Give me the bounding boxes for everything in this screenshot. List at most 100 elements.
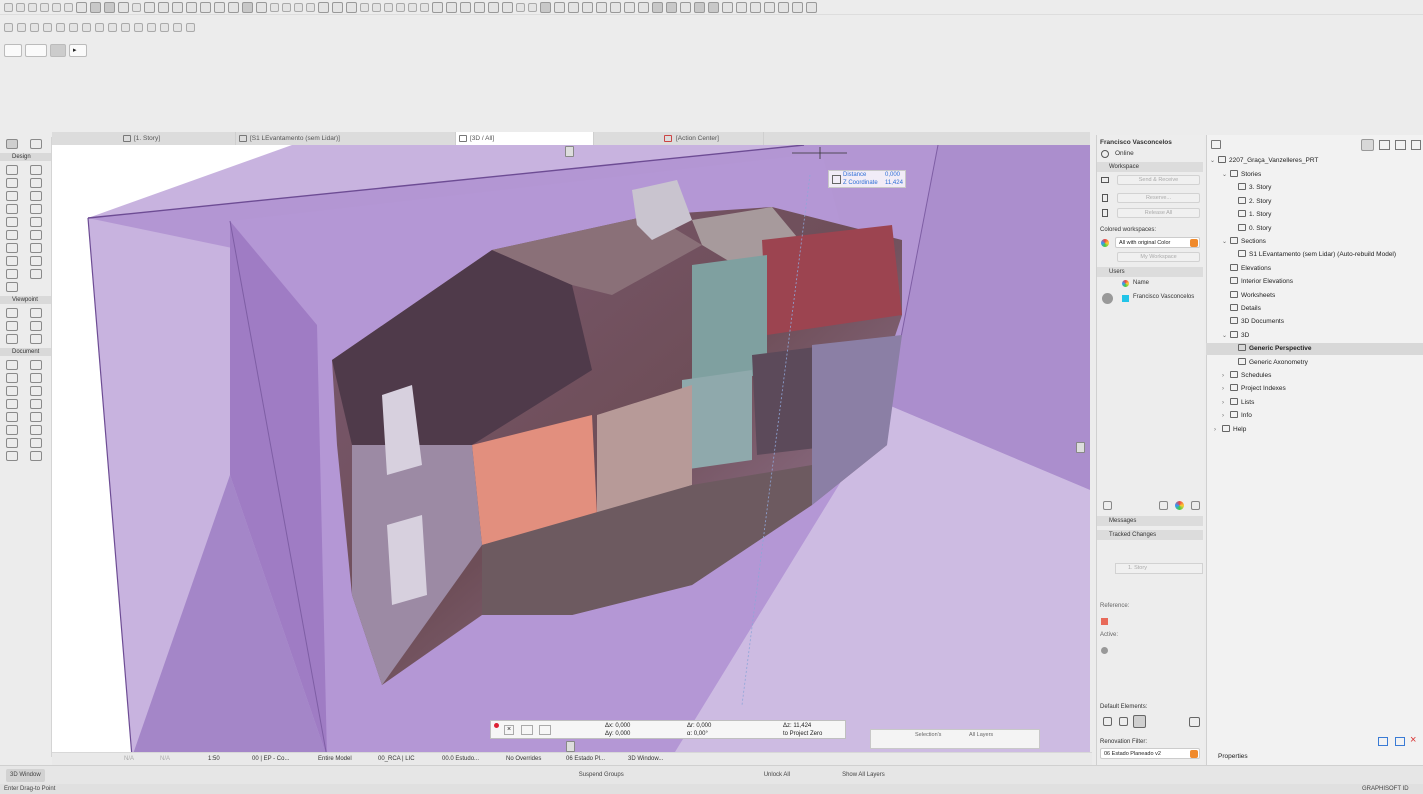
nav-item[interactable]: › Lists [1222,397,1254,409]
eyedropper-icon[interactable] [52,2,61,12]
show-all-layers-button[interactable]: Show All Layers [842,772,885,778]
graphisoft-id[interactable]: GRAPHISOFT ID [1362,784,1409,794]
align-center-icon[interactable] [554,1,565,13]
marquee-select-icon[interactable] [30,139,42,149]
tab-action-center[interactable]: [Action Center] [594,132,764,145]
users-name-column[interactable]: Name [1133,280,1149,286]
tracker-distance-value[interactable]: 0,000 [885,172,900,178]
scale-field[interactable]: 1:50 [208,756,244,762]
lock-icon[interactable] [172,1,183,13]
dr-field[interactable]: Δr: 0,000 [687,723,711,729]
solid-icon[interactable] [694,1,705,13]
nav-item[interactable]: › Info [1222,410,1252,422]
opening-icon[interactable] [30,269,42,279]
status-text[interactable]: Online [1115,150,1134,157]
toolbox-document-header[interactable]: Document [0,348,51,356]
wall-icon[interactable] [6,165,18,175]
adjust-icon[interactable] [372,2,381,12]
align-left-icon[interactable] [540,1,551,13]
relative-icon[interactable] [539,725,551,735]
magic-wand-icon[interactable] [306,2,315,12]
curve-icon[interactable] [396,2,405,12]
renovation-field[interactable]: 06 Estado Pl... [566,756,620,762]
workspace-icon[interactable] [1159,501,1168,510]
copy-icon[interactable] [446,1,457,13]
nav-item[interactable]: ⌄ Sections [1222,236,1266,248]
align-right-icon[interactable] [568,1,579,13]
reference-color[interactable] [1101,618,1108,625]
syringe-icon[interactable] [64,2,73,12]
mesh-icon[interactable] [6,204,18,214]
user-entry[interactable]: Francisco Vasconcelos [1133,294,1194,300]
distribute-icon[interactable] [582,1,593,13]
ungroup-icon[interactable] [474,1,485,13]
users-icon[interactable] [1191,501,1200,510]
interior-elevation-icon[interactable] [6,321,18,331]
dz-field[interactable]: Δz: 11,424 [783,723,811,729]
roof-icon[interactable] [6,191,18,201]
filter-icon[interactable] [680,1,691,13]
pointer-icon[interactable] [270,2,279,12]
info-box-geometry[interactable] [25,44,47,57]
line-tool-icon[interactable] [30,412,42,422]
angle-dimension-icon[interactable] [30,373,42,383]
collapse-arrow-icon[interactable]: ⌄ [1210,155,1218,167]
grid-icon[interactable] [118,1,129,13]
flag-icon[interactable] [420,2,429,12]
marquee-icon[interactable] [158,1,169,13]
angle-field[interactable]: α: 0,00° [687,731,708,737]
section-icon[interactable] [722,1,733,13]
na-field-2[interactable]: N/A [160,756,200,762]
new-window-icon[interactable] [1395,737,1405,746]
lock2-icon[interactable] [294,2,303,12]
story-field[interactable]: 1. Story [1115,563,1203,574]
beam-icon[interactable] [6,178,18,188]
split-icon[interactable] [332,1,343,13]
nav-item[interactable]: › Schedules [1222,370,1271,382]
curtain-wall-icon[interactable] [30,217,42,227]
navigator-home-icon[interactable] [1361,139,1374,151]
wrench-icon[interactable] [764,1,775,13]
diamond-icon[interactable] [666,1,677,13]
intersect-icon[interactable] [360,2,369,12]
label-icon[interactable] [30,386,42,396]
globe-icon[interactable] [256,1,267,13]
navigator-publish-icon[interactable] [1411,140,1421,150]
arrow-tool-icon[interactable] [144,1,155,13]
radial-dimension-icon[interactable] [6,373,18,383]
explore-icon[interactable] [242,1,253,13]
users-header[interactable]: Users [1097,267,1203,277]
stack-icon[interactable] [596,1,607,13]
nav-arrow-icon[interactable]: › [1222,383,1230,395]
tool-i-icon[interactable] [108,22,117,32]
zoom-fit-icon[interactable] [200,1,211,13]
new-element-icon[interactable] [1133,715,1146,728]
demolish-icon[interactable] [1119,717,1128,726]
tool-j-icon[interactable] [121,22,130,32]
level-dimension-icon[interactable] [30,360,42,370]
settings-icon[interactable] [1378,737,1388,746]
lamp-icon[interactable] [30,256,42,266]
navigator-folder2-icon[interactable] [1395,140,1406,150]
mirror-icon[interactable] [516,2,525,12]
undo-icon[interactable] [4,2,13,12]
nav-project-root[interactable]: ⌄ 2207_Graça_Vanzelleres_PRT [1210,155,1318,167]
nav-item[interactable]: Generic Axonometry [1230,357,1308,369]
renovation-icon[interactable] [1103,717,1112,726]
home-up-icon[interactable] [778,1,789,13]
suspend-groups-button[interactable]: Suspend Groups [579,772,624,778]
drag-icon[interactable] [528,2,537,12]
palette-icon[interactable] [1175,501,1184,510]
window-tool-icon[interactable] [30,230,42,240]
nav-item[interactable]: 2. Story [1230,196,1271,208]
line-type-icon[interactable] [90,1,101,13]
my-workspace-button[interactable]: My Workspace [1117,252,1200,262]
fillet-icon[interactable] [384,2,393,12]
nav-item[interactable]: 1. Story [1230,209,1271,221]
nav-item[interactable]: Details [1222,303,1261,315]
active-color[interactable] [1101,647,1108,654]
bottom-trash-icon[interactable] [566,741,575,752]
inject-icon[interactable] [40,2,49,12]
model-field[interactable]: Entire Model [318,756,370,762]
target-icon[interactable] [750,1,761,13]
